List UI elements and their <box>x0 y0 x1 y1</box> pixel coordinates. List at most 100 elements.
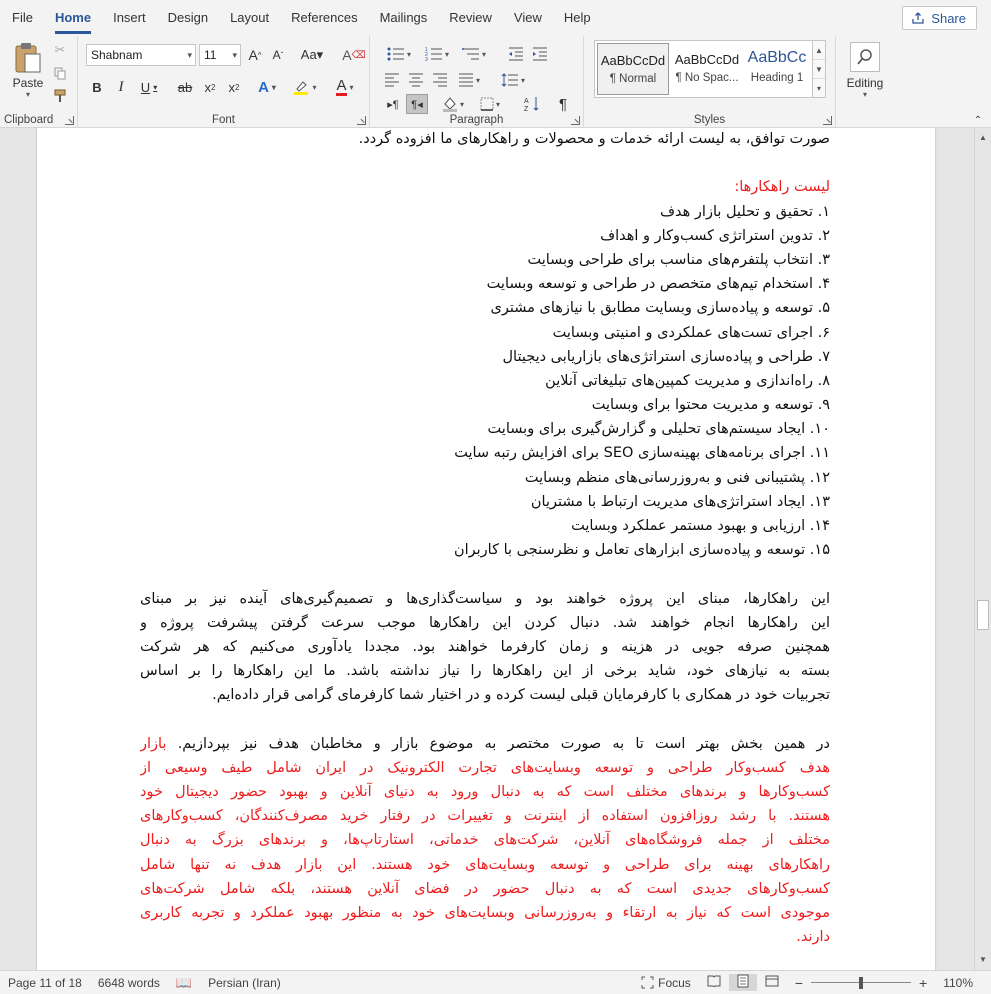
paragraph-line: مختلف از جمله فروشگاه‌های آنلاین، شرکت‌ه… <box>140 832 830 849</box>
strikethrough-icon[interactable]: ab <box>174 76 196 98</box>
font-launcher-icon[interactable] <box>357 116 366 125</box>
shrink-font-icon[interactable]: Aˇ <box>268 44 288 66</box>
italic-icon[interactable]: I <box>112 76 130 98</box>
zoom-slider[interactable] <box>811 971 911 994</box>
focus-button[interactable]: Focus <box>633 976 699 990</box>
line-spacing-icon[interactable]: ▾ <box>496 70 530 90</box>
decrease-indent-icon[interactable] <box>506 44 526 64</box>
zoom-out-icon[interactable]: − <box>787 975 811 991</box>
styles-launcher-icon[interactable] <box>823 116 832 125</box>
list-item: ۲. تدوین استراتژی کسب‌وکار و اهداف <box>600 227 830 244</box>
zoom-in-icon[interactable]: + <box>911 975 935 991</box>
style-no-spacing[interactable]: AaBbCcDd ¶ No Spac... <box>671 43 743 95</box>
bold-icon[interactable]: B <box>88 76 106 98</box>
style-gallery: AaBbCcDd ¶ Normal AaBbCcDd ¶ No Spac... … <box>594 40 814 98</box>
svg-text:3: 3 <box>425 57 428 61</box>
paragraph-line: این راهکارها، مبنای این پروژه خواهند بود… <box>140 590 830 607</box>
scroll-up-icon[interactable]: ▲ <box>975 130 991 146</box>
align-center-icon[interactable] <box>406 70 426 90</box>
copy-icon[interactable] <box>50 63 70 83</box>
list-item: ۱۴. ارزیابی و بهبود مستمر عملکرد وبسایت <box>571 518 830 534</box>
paragraph-launcher-icon[interactable] <box>571 116 580 125</box>
list-item: ۳. انتخاب پلتفرم‌های مناسب برای طراحی وب… <box>527 251 830 268</box>
paragraph-line: موجودی است که نیاز به ارتقاء و به‌روزرسا… <box>140 905 830 921</box>
editing-label: Editing <box>846 75 884 90</box>
align-left-icon[interactable] <box>382 70 402 90</box>
paragraph-1: این راهکارها، مبنای این پروژه خواهند بود… <box>140 587 830 708</box>
chevron-down-icon: ▾ <box>862 89 867 99</box>
paragraph-line: این راهکارها انجام خواهند شد. دنبال کردن… <box>140 614 830 631</box>
proofing-icon[interactable]: 📖 <box>168 975 200 991</box>
align-right-icon[interactable] <box>430 70 450 90</box>
document-page[interactable]: صورت توافق، به لیست ارائه خدمات و محصولا… <box>37 128 935 970</box>
grow-font-icon[interactable]: A ^ <box>245 44 265 66</box>
superscript-icon[interactable]: x2 <box>224 76 244 98</box>
clipboard-launcher-icon[interactable] <box>65 116 74 125</box>
menu-mailings[interactable]: Mailings <box>369 0 439 36</box>
cut-icon[interactable]: ✂ <box>50 40 70 60</box>
style-gallery-scroll: ▲ ▼ ▾ <box>812 40 826 98</box>
print-layout-icon[interactable] <box>728 974 757 991</box>
word-count[interactable]: 6648 words <box>90 976 168 990</box>
chevron-down-icon: ▾ <box>187 50 192 60</box>
font-name-combo[interactable]: Shabnam ▾ <box>86 44 196 66</box>
format-painter-icon[interactable] <box>50 86 70 106</box>
font-size-combo[interactable]: 11 ▾ <box>199 44 241 66</box>
subscript-icon[interactable]: x2 <box>200 76 220 98</box>
menu-file[interactable]: File <box>0 0 44 36</box>
scroll-down-icon[interactable]: ▼ <box>975 952 991 968</box>
paragraph-line: کسب‌وکارهای جدیدی است که به دنبال حضور د… <box>140 880 830 897</box>
editing-button[interactable]: Editing ▾ <box>842 38 888 102</box>
justify-icon[interactable]: ▾ <box>454 70 484 90</box>
share-button[interactable]: Share <box>902 6 977 30</box>
menu-insert[interactable]: Insert <box>102 0 157 36</box>
ltr-direction-icon[interactable]: ▸¶ <box>382 94 404 114</box>
menu-view[interactable]: View <box>503 0 553 36</box>
highlight-icon[interactable]: ▾ <box>290 76 320 98</box>
paste-button[interactable]: Paste ▾ <box>8 40 48 100</box>
read-mode-icon[interactable] <box>699 975 729 990</box>
menu-design[interactable]: Design <box>157 0 219 36</box>
sort-icon[interactable]: AZ <box>520 94 544 114</box>
zoom-level[interactable]: 110% <box>935 976 991 990</box>
paragraph-2-red-start: بازار <box>140 735 167 752</box>
zoom-slider-thumb[interactable] <box>859 976 863 989</box>
more-styles-icon[interactable]: ▾ <box>813 79 825 98</box>
chevron-down-icon: ▾ <box>232 50 237 60</box>
font-color-icon[interactable]: A ▾ <box>330 76 360 98</box>
chevron-up-icon[interactable]: ▲ <box>813 41 825 60</box>
shading-icon[interactable]: ▾ <box>436 94 470 114</box>
share-label: Share <box>931 10 966 26</box>
menu-references[interactable]: References <box>280 0 368 36</box>
menu-home[interactable]: Home <box>44 0 102 36</box>
language[interactable]: Persian (Iran) <box>200 976 289 990</box>
show-formatting-icon[interactable]: ¶ <box>552 94 574 114</box>
vertical-scrollbar[interactable]: ▲ ▼ <box>974 128 991 970</box>
style-normal[interactable]: AaBbCcDd ¶ Normal <box>597 43 669 95</box>
menu-help[interactable]: Help <box>553 0 602 36</box>
paragraph-2-black-text: در همین بخش بهتر است تا به صورت مختصر به… <box>177 735 830 752</box>
multilevel-list-icon[interactable]: ▾ <box>458 44 490 64</box>
rtl-direction-icon[interactable]: ¶◂ <box>406 94 428 114</box>
bullets-icon[interactable]: ▾ <box>384 44 414 64</box>
change-case-icon[interactable]: Aa▾ <box>298 44 326 66</box>
text-effects-icon[interactable]: A ▾ <box>253 76 281 98</box>
chevron-down-icon[interactable]: ▼ <box>813 60 825 79</box>
style-no-spacing-name: ¶ No Spac... <box>675 72 739 84</box>
paste-icon <box>15 42 41 72</box>
clear-formatting-icon[interactable]: A ⌫ <box>342 44 365 66</box>
paragraph-line: هستند. با رشد روزافزون استفاده از اینترن… <box>140 808 830 825</box>
menu-review[interactable]: Review <box>438 0 503 36</box>
numbering-icon[interactable]: 1 2 3 ▾ <box>422 44 452 64</box>
scrollbar-thumb[interactable] <box>977 600 989 630</box>
menu-layout[interactable]: Layout <box>219 0 280 36</box>
style-heading-1[interactable]: AaBbCc Heading 1 <box>741 43 813 95</box>
page-count[interactable]: Page 11 of 18 <box>0 976 90 990</box>
borders-icon[interactable]: ▾ <box>474 94 506 114</box>
collapse-ribbon-icon[interactable]: ⌃ <box>971 113 985 127</box>
underline-icon[interactable]: U ▾ <box>136 76 162 98</box>
web-layout-icon[interactable] <box>757 975 787 990</box>
paragraph-line: در همین بخش بهتر است تا به صورت مختصر به… <box>140 732 830 756</box>
increase-indent-icon[interactable] <box>530 44 550 64</box>
